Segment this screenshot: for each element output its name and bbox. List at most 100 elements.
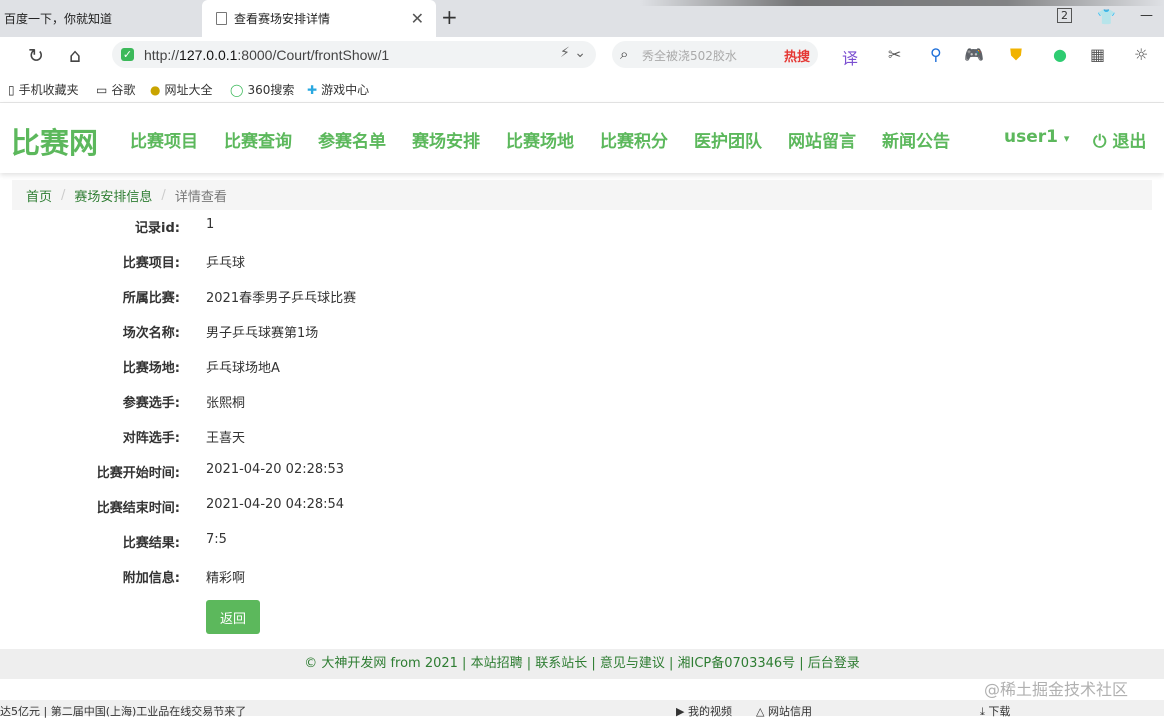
field-label: 比赛场地: <box>122 361 180 376</box>
magnifier-tool-icon[interactable]: ⚲ <box>930 45 942 64</box>
logout-button[interactable]: ⏻ 退出 <box>1093 127 1146 152</box>
field-value: 1 <box>206 217 215 232</box>
back-button[interactable]: 返回 <box>206 600 260 634</box>
status-my-video[interactable]: ▶ 我的视频 <box>676 703 732 719</box>
browser-search-box[interactable]: ⌕ 秀全被浇502胶水 热搜 <box>612 41 818 68</box>
bookmark-hao[interactable]: ● 网址大全 <box>150 81 213 98</box>
field-value: 2021春季男子乒乓球比赛 <box>206 291 357 306</box>
url-text: http://127.0.0.1:8000/Court/frontShow/1 <box>144 46 390 63</box>
globe-icon: ● <box>150 82 161 97</box>
breadcrumb-separator: / <box>161 187 166 203</box>
field-label: 比赛结束时间: <box>96 501 180 516</box>
bookmark-360[interactable]: ◯ 360搜索 <box>230 81 294 98</box>
breadcrumb-home[interactable]: 首页 <box>26 186 52 205</box>
browser-tab-baidu[interactable]: 百度一下，你就知道 <box>0 0 202 37</box>
secure-shield-icon: ✓ <box>121 48 134 61</box>
bookmark-google[interactable]: ▭ 谷歌 <box>96 81 135 98</box>
detail-row: 比赛开始时间: 2021-04-20 02:28:53 <box>0 454 700 489</box>
caret-down-icon: ▾ <box>1063 132 1070 145</box>
field-label: 记录id: <box>135 221 180 236</box>
browser-status-bar: 达5亿元 | 第二届中国(上海)工业品在线交易节来了 ▶ 我的视频 △ 网站信用… <box>0 700 1164 719</box>
translate-icon[interactable]: 译 <box>842 45 858 69</box>
browser-tab-active[interactable]: 查看赛场安排详情 ✕ <box>202 0 436 37</box>
site-footer[interactable]: © 大神开发网 from 2021 | 本站招聘 | 联系站长 | 意见与建议 … <box>0 649 1164 679</box>
detail-row: 附加信息: 精彩啊 <box>0 559 700 594</box>
search-placeholder: 秀全被浇502胶水 <box>642 49 737 63</box>
nav-item-roster[interactable]: 参赛名单 <box>318 127 386 152</box>
field-label: 场次名称: <box>122 326 180 341</box>
detail-row: 比赛结束时间: 2021-04-20 04:28:54 <box>0 489 700 524</box>
breadcrumb-current: 详情查看 <box>174 189 227 205</box>
field-label: 比赛结果: <box>122 536 180 551</box>
new-tab-icon[interactable]: + <box>441 5 458 29</box>
skin-icon[interactable]: 👕 <box>1097 8 1116 26</box>
field-label: 比赛项目: <box>122 256 180 271</box>
nav-item-scores[interactable]: 比赛积分 <box>600 127 668 152</box>
tab-close-icon[interactable]: ✕ <box>411 9 424 28</box>
browser-tab-bar: 百度一下，你就知道 查看赛场安排详情 ✕ + 2 👕 — <box>0 0 1164 37</box>
tab-count-badge[interactable]: 2 <box>1057 8 1072 23</box>
nav-item-messages[interactable]: 网站留言 <box>788 127 856 152</box>
search-360-icon: ◯ <box>230 82 244 97</box>
field-value: 乒乓球场地A <box>206 361 280 376</box>
user-menu[interactable]: user1 ▾ <box>1004 127 1069 147</box>
download-icon: ⤓ <box>980 705 985 718</box>
watermark: @稀土掘金技术社区 <box>984 680 1129 699</box>
apps-grid-icon[interactable]: ▦ <box>1090 45 1105 64</box>
extension-icon[interactable]: ● <box>1053 45 1067 64</box>
field-value: 2021-04-20 04:28:54 <box>206 497 345 512</box>
nav-item-projects[interactable]: 比赛项目 <box>130 127 198 152</box>
tabbar-decoration <box>640 0 1164 6</box>
bookmark-mobile[interactable]: ▯ 手机收藏夹 <box>8 81 79 98</box>
field-label: 对阵选手: <box>122 431 180 446</box>
field-value: 王喜天 <box>206 431 246 446</box>
warning-icon: △ <box>756 705 765 718</box>
nav-item-venues[interactable]: 比赛场地 <box>506 127 574 152</box>
status-news[interactable]: 达5亿元 | 第二届中国(上海)工业品在线交易节来了 <box>0 703 246 719</box>
search-icon: ⌕ <box>620 45 629 63</box>
breadcrumb-separator: / <box>61 187 66 203</box>
field-value: 2021-04-20 02:28:53 <box>206 462 345 477</box>
detail-row: 对阵选手: 王喜天 <box>0 419 700 454</box>
status-download[interactable]: ⤓ 下载 <box>980 703 1010 719</box>
breadcrumb: 首页 / 赛场安排信息 / 详情查看 <box>12 180 1152 210</box>
bookmarks-bar: ▯ 手机收藏夹 ▭ 谷歌 ● 网址大全 ◯ 360搜索 ✚ 游戏中心 <box>0 77 1164 103</box>
minimize-icon[interactable]: — <box>1140 8 1153 23</box>
field-label: 参赛选手: <box>122 396 180 411</box>
url-actions-icon[interactable]: ⚡ ⌄ <box>560 45 586 61</box>
field-label: 所属比赛: <box>122 291 180 306</box>
status-site-trust[interactable]: △ 网站信用 <box>756 703 812 719</box>
tab-title: 百度一下，你就知道 <box>4 12 113 26</box>
field-label: 附加信息: <box>122 571 180 586</box>
field-value: 精彩啊 <box>206 571 246 586</box>
detail-row: 比赛项目: 乒乓球 <box>0 244 700 279</box>
play-icon: ▶ <box>676 705 685 718</box>
site-logo[interactable]: 比赛网 <box>11 120 98 162</box>
shield-ext-icon[interactable]: ⛊ <box>1010 45 1022 65</box>
field-value: 张熙桐 <box>206 396 246 411</box>
scissors-icon[interactable]: ✂ <box>888 45 901 64</box>
reload-icon[interactable]: ↻ <box>28 45 44 67</box>
nav-item-medical[interactable]: 医护团队 <box>694 127 762 152</box>
detail-row: 记录id: 1 <box>0 209 700 244</box>
field-value: 男子乒乓球赛第1场 <box>206 326 319 341</box>
page-icon <box>216 12 227 25</box>
address-bar[interactable]: ✓ http://127.0.0.1:8000/Court/frontShow/… <box>112 41 596 68</box>
nav-item-query[interactable]: 比赛查询 <box>224 127 292 152</box>
power-icon: ⏻ <box>1093 132 1107 152</box>
home-icon[interactable]: ⌂ <box>69 45 81 67</box>
site-header: 比赛网 比赛项目 比赛查询 参赛名单 赛场安排 比赛场地 比赛积分 医护团队 网… <box>0 103 1164 173</box>
field-value: 乒乓球 <box>206 256 246 271</box>
detail-row: 比赛结果: 7:5 <box>0 524 700 559</box>
field-label: 比赛开始时间: <box>96 466 180 481</box>
field-value: 7:5 <box>206 532 227 547</box>
brightness-icon[interactable]: ☼ <box>1134 45 1148 64</box>
detail-row: 场次名称: 男子乒乓球赛第1场 <box>0 314 700 349</box>
phone-icon: ▯ <box>8 82 15 97</box>
bookmark-games[interactable]: ✚ 游戏中心 <box>307 81 369 98</box>
breadcrumb-schedule[interactable]: 赛场安排信息 <box>74 186 152 205</box>
nav-item-news[interactable]: 新闻公告 <box>882 127 950 152</box>
game-icon[interactable]: 🎮 <box>964 45 984 64</box>
nav-item-schedule[interactable]: 赛场安排 <box>412 127 480 152</box>
hot-search-label[interactable]: 热搜 <box>784 46 810 65</box>
